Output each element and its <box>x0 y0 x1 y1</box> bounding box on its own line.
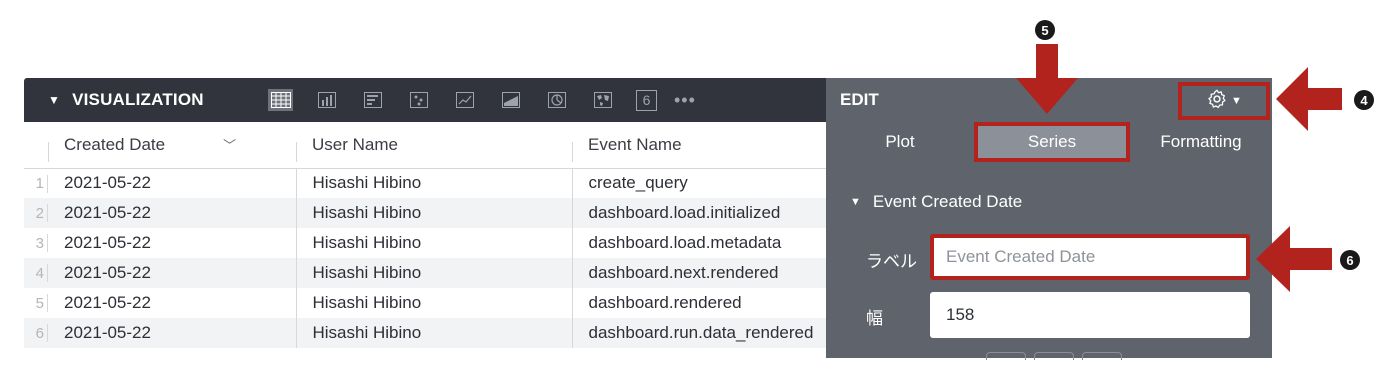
annotation-number-4: 4 <box>1354 90 1374 110</box>
annotation-number-6: 6 <box>1340 250 1360 270</box>
annotation-layer <box>1016 44 1342 292</box>
screen: ▼ VISUALIZATION 6 ••• Created Date ﹀ Use… <box>0 0 1400 381</box>
arrow-left-icon <box>1256 226 1332 292</box>
annotation-number-5: 5 <box>1035 20 1055 40</box>
arrow-left-icon <box>1276 67 1342 131</box>
arrow-down-icon <box>1016 44 1078 114</box>
